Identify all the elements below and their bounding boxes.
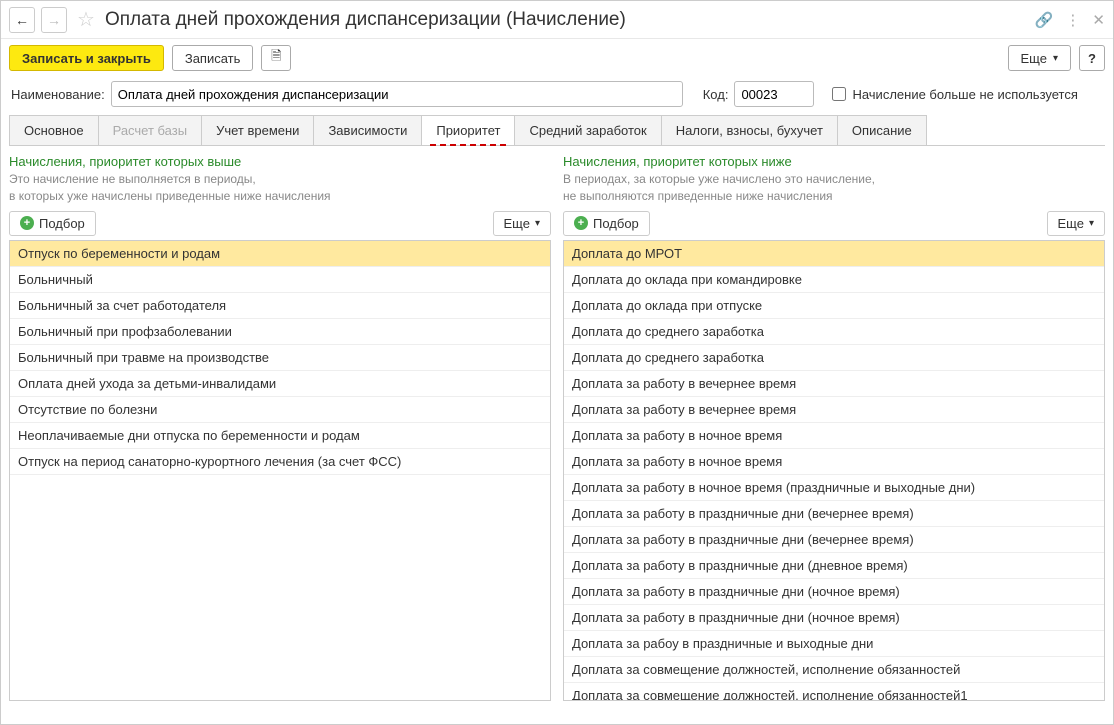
list-item[interactable]: Доплата за совмещение должностей, исполн… [564, 683, 1104, 701]
list-item[interactable]: Доплата до оклада при отпуске [564, 293, 1104, 319]
window-title: Оплата дней прохождения диспансеризации … [105, 9, 1029, 31]
list-item[interactable]: Доплата за работу в ночное время [564, 423, 1104, 449]
name-label: Наименование: [11, 87, 105, 102]
nav-back-button[interactable]: ← [9, 7, 35, 33]
tab-7[interactable]: Описание [837, 115, 927, 145]
list-item[interactable]: Доплата до МРОТ [564, 241, 1104, 267]
tab-5[interactable]: Средний заработок [514, 115, 661, 145]
favorite-star-icon[interactable]: ☆ [77, 7, 95, 32]
lower-more-button[interactable]: Еще ▾ [1047, 211, 1105, 236]
save-close-button[interactable]: Записать и закрыть [9, 45, 164, 71]
tab-1[interactable]: Расчет базы [98, 115, 203, 145]
list-item[interactable]: Больничный [10, 267, 550, 293]
list-item[interactable]: Доплата за работу в праздничные дни (веч… [564, 501, 1104, 527]
tab-3[interactable]: Зависимости [313, 115, 422, 145]
higher-more-button[interactable]: Еще ▾ [493, 211, 551, 236]
list-item[interactable]: Доплата до среднего заработка [564, 345, 1104, 371]
list-item[interactable]: Больничный при профзаболевании [10, 319, 550, 345]
unused-checkbox-wrap[interactable]: Начисление больше не используется [832, 87, 1077, 102]
higher-title: Начисления, приоритет которых выше [9, 154, 551, 169]
list-item[interactable]: Оплата дней ухода за детьми-инвалидами [10, 371, 550, 397]
name-input[interactable] [111, 81, 683, 107]
list-item[interactable]: Доплата до оклада при командировке [564, 267, 1104, 293]
lower-subtext: В периодах, за которые уже начислено это… [563, 171, 1105, 205]
save-button[interactable]: Записать [172, 45, 254, 71]
list-item[interactable]: Больничный за счет работодателя [10, 293, 550, 319]
tab-6[interactable]: Налоги, взносы, бухучет [661, 115, 838, 145]
list-item[interactable]: Доплата за рабоу в праздничные и выходны… [564, 631, 1104, 657]
unused-checkbox[interactable] [832, 87, 846, 101]
chevron-down-icon: ▾ [1089, 218, 1094, 229]
fields-row: Наименование: Код: Начисление больше не … [1, 77, 1113, 115]
list-item[interactable]: Доплата за работу в праздничные дни (ноч… [564, 579, 1104, 605]
list-item[interactable]: Доплата за совмещение должностей, исполн… [564, 657, 1104, 683]
chevron-down-icon: ▾ [535, 218, 540, 229]
list-item[interactable]: Отпуск на период санаторно-курортного ле… [10, 449, 550, 475]
lower-title: Начисления, приоритет которых ниже [563, 154, 1105, 169]
link-icon[interactable]: 🔗 [1035, 11, 1054, 29]
list-item[interactable]: Доплата за работу в ночное время (праздн… [564, 475, 1104, 501]
help-button[interactable]: ? [1079, 45, 1105, 71]
plus-icon: + [20, 216, 34, 230]
nav-forward-button[interactable]: → [41, 7, 67, 33]
higher-subtext: Это начисление не выполняется в периоды,… [9, 171, 551, 205]
higher-select-button[interactable]: + Подбор [9, 211, 96, 236]
code-input[interactable] [734, 81, 814, 107]
document-icon: 🗎 [271, 47, 281, 69]
close-icon[interactable]: ✕ [1092, 11, 1105, 29]
lower-list[interactable]: Доплата до МРОТДоплата до оклада при ком… [563, 240, 1105, 701]
lower-priority-column: Начисления, приоритет которых ниже В пер… [563, 154, 1105, 701]
code-label: Код: [703, 87, 729, 102]
tab-0[interactable]: Основное [9, 115, 99, 145]
unused-label: Начисление больше не используется [852, 87, 1077, 102]
toolbar: Записать и закрыть Записать 🗎 Еще ▾ ? [1, 39, 1113, 77]
list-item[interactable]: Доплата за работу в праздничные дни (веч… [564, 527, 1104, 553]
list-item[interactable]: Доплата за работу в ночное время [564, 449, 1104, 475]
chevron-down-icon: ▾ [1053, 53, 1058, 64]
higher-list[interactable]: Отпуск по беременности и родамБольничный… [9, 240, 551, 701]
list-item[interactable]: Неоплачиваемые дни отпуска по беременнос… [10, 423, 550, 449]
tab-4[interactable]: Приоритет [421, 115, 515, 145]
titlebar: ← → ☆ Оплата дней прохождения диспансери… [1, 1, 1113, 39]
more-button[interactable]: Еще ▾ [1008, 45, 1071, 71]
list-item[interactable]: Отпуск по беременности и родам [10, 241, 550, 267]
report-button[interactable]: 🗎 [261, 45, 291, 71]
tabs: ОсновноеРасчет базыУчет времениЗависимос… [9, 115, 1105, 146]
list-item[interactable]: Доплата за работу в вечернее время [564, 397, 1104, 423]
list-item[interactable]: Доплата за работу в вечернее время [564, 371, 1104, 397]
priority-body: Начисления, приоритет которых выше Это н… [1, 146, 1113, 709]
list-item[interactable]: Доплата за работу в праздничные дни (ноч… [564, 605, 1104, 631]
plus-icon: + [574, 216, 588, 230]
kebab-menu-icon[interactable]: ⋮ [1065, 11, 1080, 29]
list-item[interactable]: Больничный при травме на производстве [10, 345, 550, 371]
higher-priority-column: Начисления, приоритет которых выше Это н… [9, 154, 551, 701]
list-item[interactable]: Доплата за работу в праздничные дни (дне… [564, 553, 1104, 579]
tab-2[interactable]: Учет времени [201, 115, 314, 145]
list-item[interactable]: Доплата до среднего заработка [564, 319, 1104, 345]
lower-select-button[interactable]: + Подбор [563, 211, 650, 236]
list-item[interactable]: Отсутствие по болезни [10, 397, 550, 423]
